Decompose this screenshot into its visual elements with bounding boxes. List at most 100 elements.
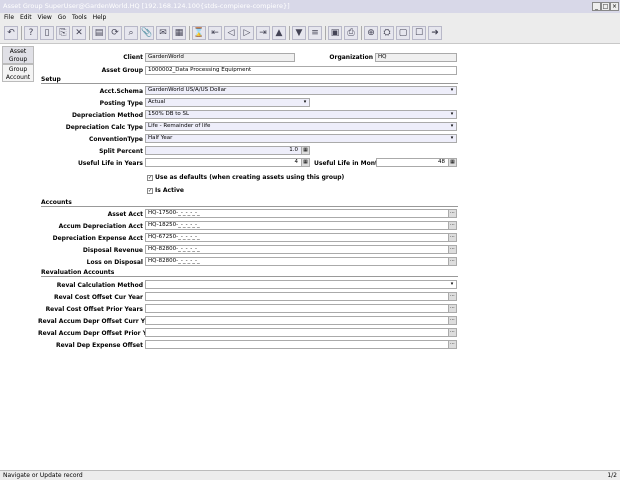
asset-acct-field[interactable]: HQ-17500-_-_-_-_-_ ⋯ (145, 209, 457, 218)
organization-field[interactable]: HQ (375, 53, 457, 62)
previous-icon[interactable]: ◁ (224, 26, 238, 40)
workflow-icon[interactable]: ⛭ (380, 26, 394, 40)
convention-type-select[interactable]: Half Year ▾ (145, 134, 457, 143)
menu-file[interactable]: File (4, 13, 14, 23)
calculator-icon[interactable]: ▦ (301, 147, 309, 154)
product-icon[interactable]: ▢ (396, 26, 410, 40)
lookup-icon[interactable]: ⋯ (448, 329, 456, 336)
request-icon[interactable]: ☐ (412, 26, 426, 40)
useful-life-years-input[interactable]: 4 ▦ (145, 158, 310, 167)
checkbox-checked-icon[interactable]: ✓ (147, 174, 153, 181)
use-defaults-checkbox[interactable]: ✓ Use as defaults (when creating assets u… (147, 174, 344, 181)
tab-asset-group[interactable]: Asset Group (2, 46, 34, 64)
lookup-icon[interactable]: ⋯ (448, 258, 456, 265)
close-button[interactable]: × (610, 2, 619, 11)
status-bar: Navigate or Update record 1/2 (0, 470, 620, 480)
last-icon[interactable]: ⇥ (256, 26, 270, 40)
zoom-icon[interactable]: ⊕ (364, 26, 378, 40)
chevron-down-icon[interactable]: ▾ (449, 124, 455, 129)
menu-edit[interactable]: Edit (20, 13, 32, 23)
chat-icon[interactable]: ✉ (156, 26, 170, 40)
asset-group-field[interactable]: 1000002_Data Processing Equipment (145, 66, 457, 75)
useful-life-months-input[interactable]: 48 ▦ (376, 158, 457, 167)
reval-accum-depr-offset-prior-years-field[interactable]: ⋯ (145, 328, 457, 337)
depreciation-expense-acct-label: Depreciation Expense Acct (52, 235, 143, 242)
menu-view[interactable]: View (38, 13, 52, 23)
copy-icon[interactable]: ⎘ (56, 26, 70, 40)
accum-depreciation-acct-field[interactable]: HQ-18250-_-_-_-_-_ ⋯ (145, 221, 457, 230)
lookup-icon[interactable]: ⋯ (448, 222, 456, 229)
split-percent-value: 1.0 (289, 147, 298, 153)
posting-type-select[interactable]: Actual ▾ (145, 98, 310, 107)
lookup-icon[interactable]: ⋯ (448, 210, 456, 217)
organization-value: HQ (378, 54, 387, 60)
first-icon[interactable]: ⇤ (208, 26, 222, 40)
depreciation-method-value: 150% DB to SL (148, 111, 190, 117)
tab-group-account[interactable]: Group Account (2, 64, 34, 82)
depreciation-method-label: Depreciation Method (71, 112, 143, 119)
client-label: Client (123, 54, 143, 61)
toolbar-separator (189, 26, 190, 40)
calculator-icon[interactable]: ▦ (448, 159, 456, 166)
archive-icon[interactable]: ▣ (328, 26, 342, 40)
attachment-icon[interactable]: 📎 (140, 26, 154, 40)
grid-icon[interactable]: ▦ (172, 26, 186, 40)
detail-icon[interactable]: ▼ (292, 26, 306, 40)
minimize-button[interactable]: _ (592, 2, 601, 11)
depreciation-method-select[interactable]: 150% DB to SL ▾ (145, 110, 457, 119)
asset-acct-label: Asset Acct (107, 211, 143, 218)
chevron-down-icon[interactable]: ▾ (302, 100, 308, 105)
new-icon[interactable]: ▯ (40, 26, 54, 40)
parent-icon[interactable]: ▲ (272, 26, 286, 40)
asset-group-value: 1000002_Data Processing Equipment (148, 67, 252, 73)
chevron-down-icon[interactable]: ▾ (449, 88, 455, 93)
reval-cost-offset-prior-years-field[interactable]: ⋯ (145, 304, 457, 313)
reval-cost-offset-cur-year-field[interactable]: ⋯ (145, 292, 457, 301)
lookup-icon[interactable]: ⋯ (448, 305, 456, 312)
split-percent-label: Split Percent (99, 148, 143, 155)
reval-calc-method-select[interactable]: ▾ (145, 280, 457, 289)
refresh-icon[interactable]: ⟳ (108, 26, 122, 40)
menu-tools[interactable]: Tools (72, 13, 87, 23)
help-icon[interactable]: ? (24, 26, 38, 40)
chevron-down-icon[interactable]: ▾ (449, 282, 455, 287)
exit-icon[interactable]: ➜ (428, 26, 442, 40)
find-icon[interactable]: ⌕ (124, 26, 138, 40)
split-percent-input[interactable]: 1.0 ▦ (145, 146, 310, 155)
disposal-revenue-field[interactable]: HQ-82800-_-_-_-_-_ ⋯ (145, 245, 457, 254)
reval-dep-expense-offset-field[interactable]: ⋯ (145, 340, 457, 349)
client-field[interactable]: GardenWorld (145, 53, 295, 62)
menu-help[interactable]: Help (93, 13, 107, 23)
chevron-down-icon[interactable]: ▾ (449, 136, 455, 141)
is-active-checkbox[interactable]: ✓ Is Active (147, 187, 184, 194)
disposal-revenue-label: Disposal Revenue (82, 247, 143, 254)
lookup-icon[interactable]: ⋯ (448, 234, 456, 241)
checkbox-checked-icon[interactable]: ✓ (147, 187, 153, 194)
acct-schema-select[interactable]: GardenWorld US/A/US Dollar ▾ (145, 86, 457, 95)
is-active-label: Is Active (155, 187, 184, 194)
depreciation-expense-acct-field[interactable]: HQ-67250-_-_-_-_-_ ⋯ (145, 233, 457, 242)
maximize-button[interactable]: □ (601, 2, 610, 11)
loss-on-disposal-value: HQ-82800-_-_-_-_-_ (148, 258, 200, 264)
delete-icon[interactable]: ✕ (72, 26, 86, 40)
lookup-icon[interactable]: ⋯ (448, 293, 456, 300)
calculator-icon[interactable]: ▦ (301, 159, 309, 166)
loss-on-disposal-field[interactable]: HQ-82800-_-_-_-_-_ ⋯ (145, 257, 457, 266)
depr-calc-type-select[interactable]: Life - Remainder of life ▾ (145, 122, 457, 131)
next-icon[interactable]: ▷ (240, 26, 254, 40)
print-icon[interactable]: ⎙ (344, 26, 358, 40)
undo-icon[interactable]: ↶ (4, 26, 18, 40)
accum-depreciation-acct-label: Accum Depreciation Acct (58, 223, 143, 230)
useful-life-months-value: 48 (438, 159, 445, 165)
reval-accum-depr-offset-curr-year-field[interactable]: ⋯ (145, 316, 457, 325)
lookup-icon[interactable]: ⋯ (448, 341, 456, 348)
depr-calc-type-label: Depreciation Calc Type (65, 124, 143, 131)
report-icon[interactable]: ≡ (308, 26, 322, 40)
save-icon[interactable]: ▤ (92, 26, 106, 40)
lookup-icon[interactable]: ⋯ (448, 317, 456, 324)
lookup-icon[interactable]: ⋯ (448, 246, 456, 253)
window-title: Asset Group SuperUser@GardenWorld.HQ [19… (3, 2, 290, 10)
history-icon[interactable]: ⌛ (192, 26, 206, 40)
menu-go[interactable]: Go (58, 13, 66, 23)
chevron-down-icon[interactable]: ▾ (449, 112, 455, 117)
